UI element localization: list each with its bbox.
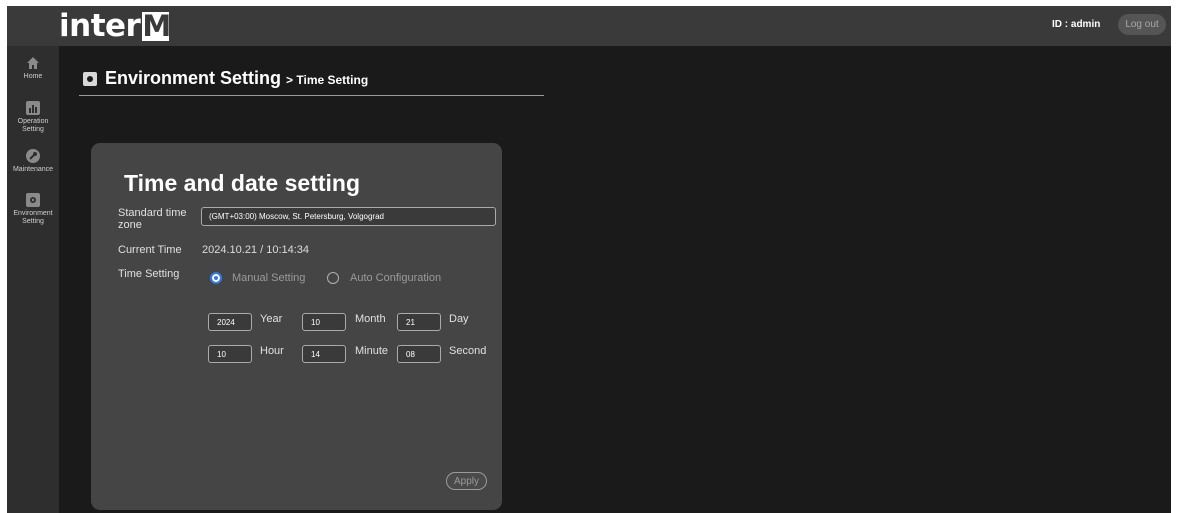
breadcrumb: > Time Setting <box>286 73 369 87</box>
app-window: inter M ID : admin Log out Home Operation… <box>7 6 1171 513</box>
wrench-icon <box>26 149 40 163</box>
sidebar-item-maintenance[interactable]: Maintenance <box>7 149 59 174</box>
timezone-select[interactable]: (GMT+03:00) Moscow, St. Petersburg, Volg… <box>201 207 496 226</box>
year-input[interactable]: 2024 <box>208 313 252 331</box>
timezone-label: Standard time zone <box>118 207 187 231</box>
sidebar-item-label: Home <box>23 73 43 80</box>
minute-label: Minute <box>355 345 389 357</box>
sidebar-item-home[interactable]: Home <box>7 56 59 81</box>
current-time-label: Current Time <box>118 244 182 256</box>
title-divider <box>79 95 544 96</box>
month-input[interactable]: 10 <box>302 313 346 331</box>
logout-button[interactable]: Log out <box>1118 14 1166 35</box>
brand-logo[interactable]: inter M <box>59 8 171 44</box>
hour-label: Hour <box>260 345 284 357</box>
year-label: Year <box>260 313 283 325</box>
home-icon <box>27 57 39 69</box>
page-title: Environment Setting > Time Setting <box>105 68 368 89</box>
sidebar-item-label: Operation Setting <box>17 118 49 133</box>
minute-input[interactable]: 14 <box>302 345 346 363</box>
page-title-text: Environment Setting <box>105 68 282 88</box>
manual-setting-label[interactable]: Manual Setting <box>232 272 305 284</box>
auto-configuration-label[interactable]: Auto Configuration <box>350 272 441 284</box>
second-label: Second <box>449 345 487 357</box>
day-input[interactable]: 21 <box>397 313 441 331</box>
time-date-panel: Time and date setting Standard time zone… <box>91 143 502 510</box>
user-id-label: ID : admin <box>1052 19 1101 30</box>
manual-setting-radio[interactable] <box>210 272 222 284</box>
gear-icon <box>26 193 40 207</box>
second-input[interactable]: 08 <box>397 345 441 363</box>
sidebar-item-label: Environment Setting <box>13 210 53 225</box>
auto-configuration-radio[interactable] <box>327 272 339 284</box>
sidebar-item-label: Maintenance <box>12 166 54 173</box>
sidebar: Home Operation Setting Maintenance Envir… <box>7 46 59 513</box>
sidebar-item-environment-setting[interactable]: Environment Setting <box>7 193 59 226</box>
sidebar-item-operation-setting[interactable]: Operation Setting <box>7 101 59 134</box>
gear-icon <box>83 72 97 86</box>
top-header: inter M ID : admin Log out <box>7 6 1171 46</box>
hour-input[interactable]: 10 <box>208 345 252 363</box>
day-label: Day <box>449 313 469 325</box>
current-time-value: 2024.10.21 / 10:14:34 <box>202 244 310 256</box>
time-setting-label: Time Setting <box>118 268 180 280</box>
logo-m: M <box>142 8 171 43</box>
apply-button[interactable]: Apply <box>446 472 487 490</box>
month-label: Month <box>355 313 386 325</box>
panel-title: Time and date setting <box>124 170 361 196</box>
bar-chart-icon <box>26 101 40 115</box>
logo-text: inter <box>59 8 141 44</box>
